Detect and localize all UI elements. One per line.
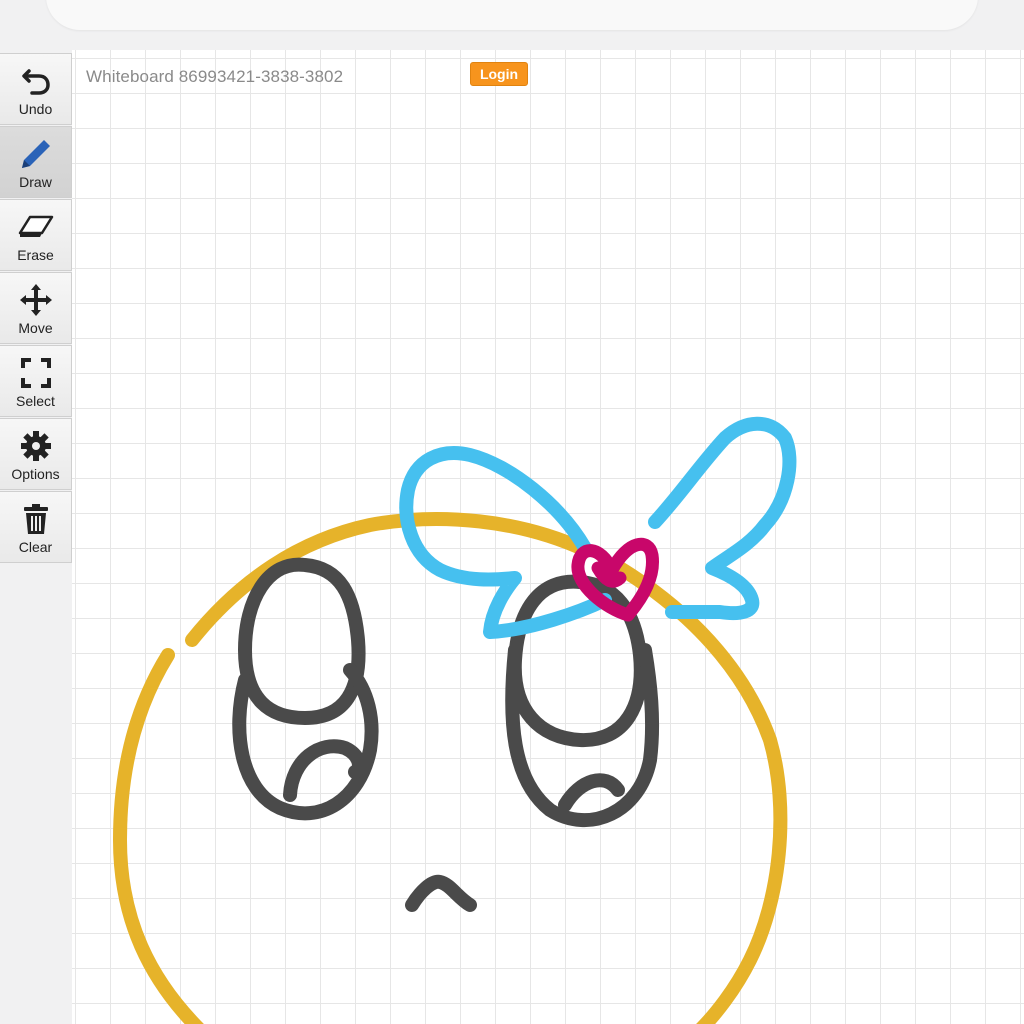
draw-label: Draw <box>19 174 52 190</box>
undo-icon <box>18 63 54 99</box>
pencil-icon <box>18 136 54 172</box>
select-icon <box>18 355 54 391</box>
trash-icon <box>18 501 54 537</box>
toolbar: Undo Draw Erase Move Select Options Clea… <box>0 53 72 564</box>
options-label: Options <box>11 466 60 482</box>
left-eye <box>232 557 379 821</box>
eraser-icon <box>18 209 54 245</box>
undo-label: Undo <box>18 101 53 117</box>
face-outline-stroke <box>113 512 788 1024</box>
select-label: Select <box>16 393 55 409</box>
erase-button[interactable]: Erase <box>0 199 72 271</box>
undo-button[interactable]: Undo <box>0 53 72 125</box>
clear-button[interactable]: Clear <box>0 491 72 563</box>
drawing-layer <box>113 416 797 1024</box>
move-button[interactable]: Move <box>0 272 72 344</box>
move-icon <box>18 282 54 318</box>
clear-label: Clear <box>18 539 53 555</box>
whiteboard-canvas[interactable]: Whiteboard 86993421-3838-3802 Login <box>72 50 1024 1024</box>
nose-stroke <box>405 874 477 912</box>
draw-button[interactable]: Draw <box>0 126 72 198</box>
move-label: Move <box>18 320 53 336</box>
options-button[interactable]: Options <box>0 418 72 490</box>
gear-icon <box>18 428 54 464</box>
erase-label: Erase <box>17 247 54 263</box>
select-button[interactable]: Select <box>0 345 72 417</box>
top-bar <box>46 0 978 30</box>
